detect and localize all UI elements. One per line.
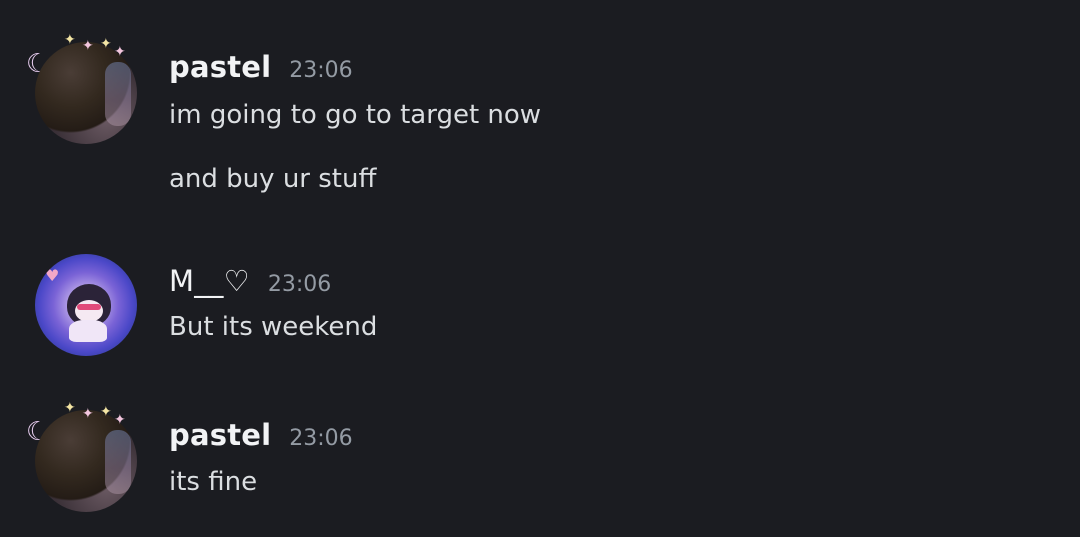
kuromi-body-icon [69, 320, 107, 342]
star-icon: ✦ [64, 400, 76, 416]
moon-icon: ☾ [26, 417, 50, 447]
message-text: im going to go to target now [169, 100, 542, 130]
avatar[interactable]: ☾ ✦ ✦ ✦ ✦ [26, 401, 142, 517]
star-icon: ✦ [82, 38, 94, 54]
message-text: and buy ur stuff [169, 164, 377, 194]
message-header: pastel 23:06 [169, 418, 353, 452]
timestamp[interactable]: 23:06 [289, 426, 352, 451]
kuromi-avatar-image: ♥ [35, 254, 137, 356]
username[interactable]: M__♡ [169, 264, 250, 298]
message-header: pastel 23:06 [169, 50, 353, 84]
star-icon: ✦ [64, 32, 76, 48]
moon-icon: ☾ [26, 49, 50, 79]
star-icon: ✦ [114, 412, 126, 428]
star-icon: ✦ [100, 404, 112, 420]
star-icon: ✦ [82, 406, 94, 422]
avatar[interactable]: ♥ [26, 245, 142, 361]
star-icon: ✦ [100, 36, 112, 52]
chat-view: { "messages": [ { "username": "pastel", … [0, 0, 1080, 537]
username[interactable]: pastel [169, 50, 271, 84]
username[interactable]: pastel [169, 418, 271, 452]
timestamp[interactable]: 23:06 [268, 272, 331, 297]
avatar[interactable]: ☾ ✦ ✦ ✦ ✦ [26, 33, 142, 149]
timestamp[interactable]: 23:06 [289, 58, 352, 83]
message-text: But its weekend [169, 312, 378, 342]
message-header: M__♡ 23:06 [169, 264, 331, 298]
star-icon: ✦ [114, 44, 126, 60]
message-text: its fine [169, 467, 258, 497]
heart-icon: ♥ [45, 266, 60, 285]
